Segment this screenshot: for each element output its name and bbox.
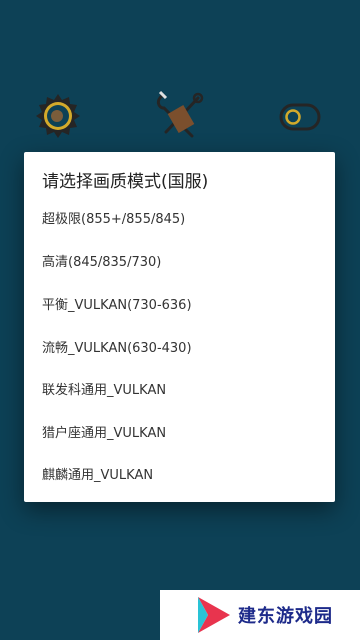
option-hd[interactable]: 高清(845/835/730) [42, 245, 327, 281]
option-ultra[interactable]: 超极限(855+/855/845) [42, 202, 327, 238]
play-logo-icon [198, 597, 230, 633]
watermark: 建东游戏园 [160, 590, 360, 640]
watermark-text: 建东游戏园 [238, 606, 333, 627]
option-exynos-vulkan[interactable]: 猎户座通用_VULKAN [42, 416, 327, 452]
quality-mode-dialog: 请选择画质模式(国服) 超极限(855+/855/845) 高清(845/835… [24, 152, 335, 502]
option-mediatek-vulkan[interactable]: 联发科通用_VULKAN [42, 373, 327, 409]
dialog-title: 请选择画质模式(国服) [42, 172, 209, 192]
option-kirin-vulkan[interactable]: 麒麟通用_VULKAN [42, 458, 327, 494]
option-balanced-vulkan[interactable]: 平衡_VULKAN(730-636) [42, 288, 327, 324]
option-smooth-vulkan[interactable]: 流畅_VULKAN(630-430) [42, 331, 327, 367]
